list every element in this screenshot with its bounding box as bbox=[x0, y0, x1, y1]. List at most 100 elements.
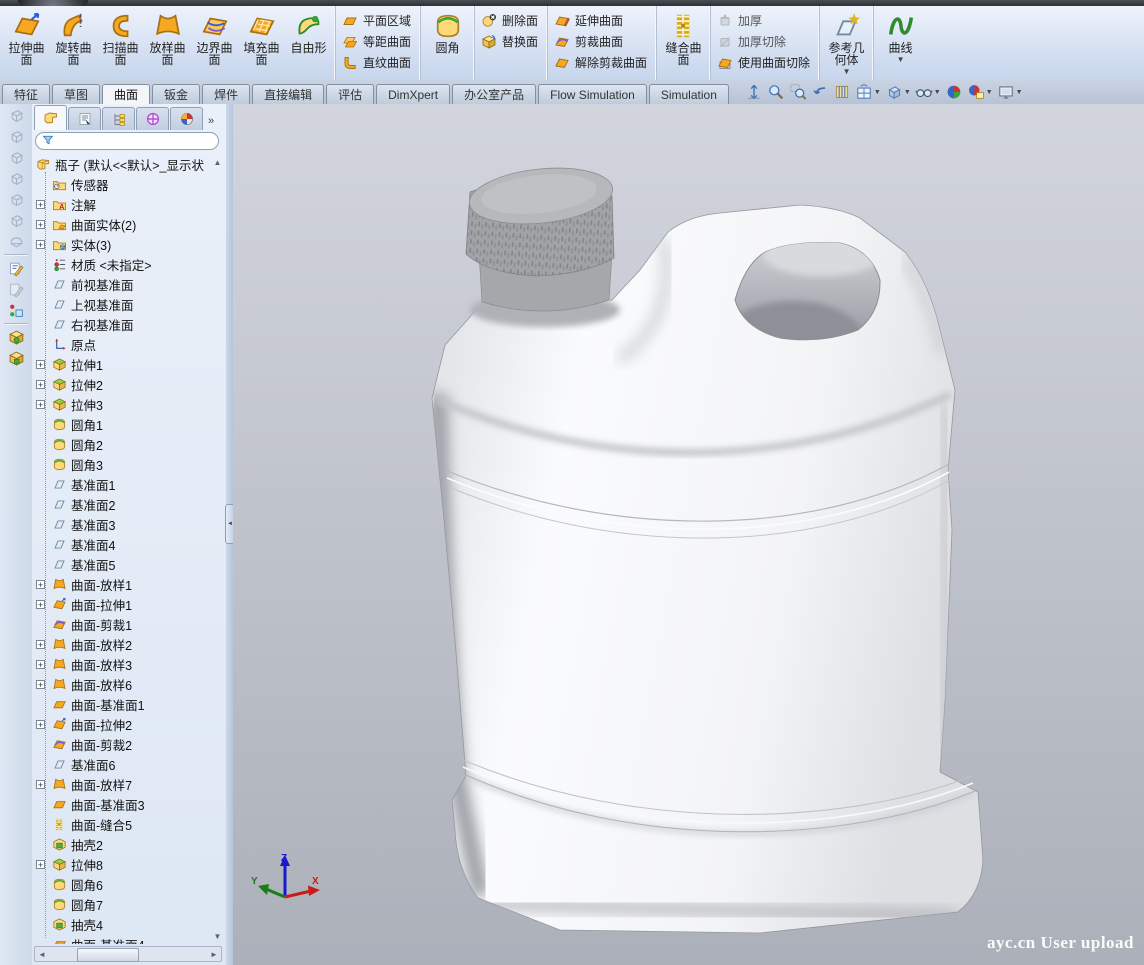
surface-tool-1-icon[interactable] bbox=[4, 327, 28, 347]
tree-filter-input[interactable] bbox=[58, 134, 212, 148]
tree-horizontal-scrollbar[interactable]: ◄ ► bbox=[34, 946, 222, 962]
zoom-area-icon[interactable] bbox=[788, 82, 808, 102]
expand-icon[interactable]: + bbox=[36, 400, 45, 409]
tab-flow-simulation[interactable]: Flow Simulation bbox=[538, 84, 647, 104]
expand-icon[interactable]: + bbox=[36, 680, 45, 689]
tree-root-item[interactable]: 瓶子 (默认<<默认>_显示状 bbox=[32, 154, 214, 174]
expand-icon[interactable]: + bbox=[36, 380, 45, 389]
featuremanager-tab[interactable] bbox=[34, 105, 67, 130]
dropdown-arrow-icon[interactable]: ▼ bbox=[934, 89, 941, 96]
tree-item[interactable]: +曲面-拉伸2 bbox=[32, 714, 214, 734]
reference-axes-icon[interactable] bbox=[4, 300, 28, 320]
expand-icon[interactable]: + bbox=[36, 220, 45, 229]
expand-icon[interactable]: + bbox=[36, 240, 45, 249]
expand-icon[interactable]: + bbox=[36, 660, 45, 669]
tree-item[interactable]: +拉伸8 bbox=[32, 854, 214, 874]
surface-tool-2-icon[interactable] bbox=[4, 348, 28, 368]
dropdown-arrow-icon[interactable]: ▼ bbox=[874, 89, 881, 96]
expand-icon[interactable]: + bbox=[36, 860, 45, 869]
tree-item[interactable]: 圆角6 bbox=[32, 874, 214, 894]
boundary-surface-button[interactable]: 边界曲 面 bbox=[191, 8, 238, 76]
tree-item[interactable]: +曲面实体(2) bbox=[32, 214, 214, 234]
delete-face-button[interactable]: 删除面 bbox=[478, 10, 544, 31]
display-style-icon[interactable]: ▼ bbox=[884, 82, 912, 102]
filled-surface-button[interactable]: 填充曲 面 bbox=[238, 8, 285, 76]
tree-item[interactable]: 曲面-剪裁2 bbox=[32, 734, 214, 754]
scroll-thumb[interactable] bbox=[77, 948, 139, 962]
displaymanager-tab[interactable] bbox=[170, 107, 203, 130]
configurationmanager-tab[interactable] bbox=[102, 107, 135, 130]
tree-item[interactable]: +曲面-拉伸1 bbox=[32, 594, 214, 614]
tab-simulation[interactable]: Simulation bbox=[649, 84, 729, 104]
dropdown-arrow-icon[interactable]: ▼ bbox=[904, 89, 911, 96]
tree-item[interactable]: 上视基准面 bbox=[32, 294, 214, 314]
tab-dimxpert[interactable]: DimXpert bbox=[376, 84, 450, 104]
tree-item[interactable]: 曲面-基准面3 bbox=[32, 794, 214, 814]
tab-direct-editing[interactable]: 直接编辑 bbox=[252, 84, 324, 104]
fillet-button[interactable]: 圆角 bbox=[424, 8, 471, 76]
dropdown-arrow-icon[interactable]: ▼ bbox=[897, 56, 905, 64]
edit-appearance-icon[interactable] bbox=[944, 82, 964, 102]
tree-item[interactable]: 曲面-缝合5 bbox=[32, 814, 214, 834]
ruled-surface-button[interactable]: 直纹曲面 bbox=[339, 52, 417, 73]
dropdown-arrow-icon[interactable]: ▼ bbox=[1016, 89, 1023, 96]
tree-item[interactable]: +拉伸1 bbox=[32, 354, 214, 374]
tree-item[interactable]: 圆角3 bbox=[32, 454, 214, 474]
tree-item[interactable]: 基准面3 bbox=[32, 514, 214, 534]
scroll-left-arrow[interactable]: ◄ bbox=[35, 950, 49, 959]
tree-item[interactable]: +曲面-放样1 bbox=[32, 574, 214, 594]
tab-sheet-metal[interactable]: 钣金 bbox=[152, 84, 200, 104]
tab-office-products[interactable]: 办公室产品 bbox=[452, 84, 536, 104]
previous-view-icon[interactable] bbox=[810, 82, 830, 102]
extruded-surface-button[interactable]: 拉伸曲 面 bbox=[3, 8, 50, 76]
view-settings-icon[interactable]: ▼ bbox=[996, 82, 1024, 102]
tab-evaluate[interactable]: 评估 bbox=[326, 84, 374, 104]
tree-item[interactable]: 圆角1 bbox=[32, 414, 214, 434]
expand-icon[interactable]: + bbox=[36, 200, 45, 209]
freeform-button[interactable]: 自由形 bbox=[285, 8, 332, 76]
tree-item[interactable]: 右视基准面 bbox=[32, 314, 214, 334]
expand-icon[interactable]: + bbox=[36, 720, 45, 729]
tree-item[interactable]: 前视基准面 bbox=[32, 274, 214, 294]
zoom-fit-icon[interactable] bbox=[766, 82, 786, 102]
offset-surface-button[interactable]: 等距曲面 bbox=[339, 31, 417, 52]
tree-item[interactable]: +曲面-放样7 bbox=[32, 774, 214, 794]
tab-surfaces[interactable]: 曲面 bbox=[102, 84, 150, 104]
lofted-surface-button[interactable]: 放样曲 面 bbox=[144, 8, 191, 76]
replace-face-button[interactable]: 替换面 bbox=[478, 31, 544, 52]
tree-item[interactable]: +曲面-放样2 bbox=[32, 634, 214, 654]
tree-item[interactable]: +拉伸3 bbox=[32, 394, 214, 414]
scroll-track[interactable] bbox=[49, 948, 207, 960]
model-canvas[interactable] bbox=[233, 104, 1144, 965]
view-orientation-icon[interactable]: ▼ bbox=[854, 82, 882, 102]
tab-features[interactable]: 特征 bbox=[2, 84, 50, 104]
tree-item[interactable]: 材质 <未指定> bbox=[32, 254, 214, 274]
tree-item[interactable]: 传感器 bbox=[32, 174, 214, 194]
planar-surface-button[interactable]: 平面区域 bbox=[339, 10, 417, 31]
tab-weldments[interactable]: 焊件 bbox=[202, 84, 250, 104]
section-view-icon[interactable] bbox=[832, 82, 852, 102]
revolved-surface-button[interactable]: 旋转曲 面 bbox=[50, 8, 97, 76]
expand-icon[interactable]: + bbox=[36, 640, 45, 649]
extend-surface-button[interactable]: 延伸曲面 bbox=[551, 10, 629, 31]
swept-surface-button[interactable]: 扫描曲 面 bbox=[97, 8, 144, 76]
tree-item[interactable]: 基准面1 bbox=[32, 474, 214, 494]
dropdown-arrow-icon[interactable]: ▼ bbox=[986, 89, 993, 96]
tree-scroll-up[interactable]: ▲ bbox=[211, 156, 224, 169]
curves-button[interactable]: 曲线▼ bbox=[877, 8, 924, 76]
tree-item[interactable]: 抽壳2 bbox=[32, 834, 214, 854]
cut-with-surface-button[interactable]: 使用曲面切除 bbox=[714, 52, 816, 73]
tree-item[interactable]: +实体(3) bbox=[32, 234, 214, 254]
dropdown-arrow-icon[interactable]: ▼ bbox=[843, 68, 851, 76]
expand-icon[interactable]: + bbox=[36, 600, 45, 609]
untrim-surface-button[interactable]: 解除剪裁曲面 bbox=[551, 52, 653, 73]
expand-icon[interactable]: + bbox=[36, 580, 45, 589]
thicken-cut-button[interactable]: 加厚切除 bbox=[714, 31, 792, 52]
tree-item[interactable]: 基准面6 bbox=[32, 754, 214, 774]
tab-sketch[interactable]: 草图 bbox=[52, 84, 100, 104]
tree-item[interactable]: 基准面5 bbox=[32, 554, 214, 574]
tree-item[interactable]: +拉伸2 bbox=[32, 374, 214, 394]
jug-model[interactable] bbox=[432, 162, 983, 933]
tree-item[interactable]: 圆角2 bbox=[32, 434, 214, 454]
tree-filter[interactable] bbox=[35, 132, 219, 150]
